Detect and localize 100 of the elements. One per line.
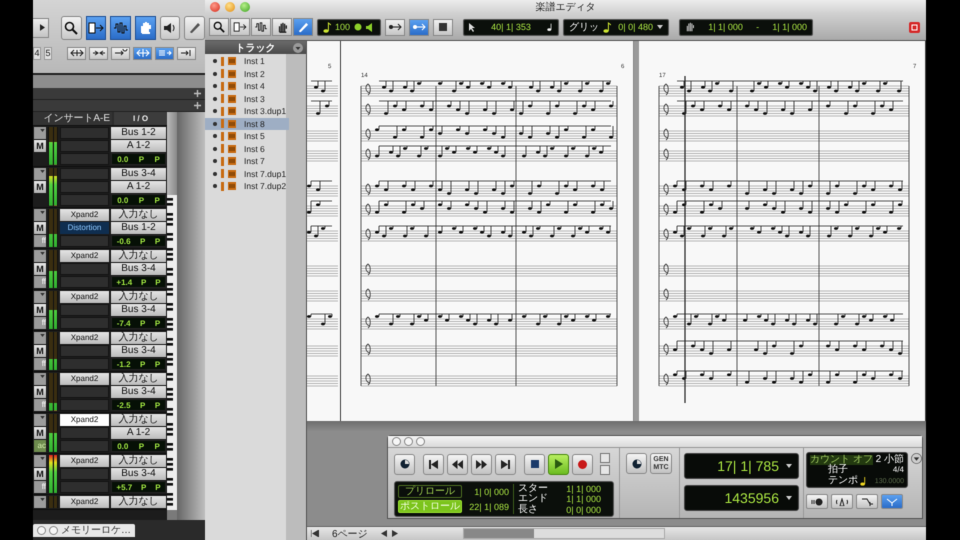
insert-plugin-button[interactable]: Xpand2: [60, 209, 109, 221]
zoom-tool-button[interactable]: [209, 18, 229, 36]
speaker-button[interactable]: [160, 16, 180, 40]
bus-selector[interactable]: Bus 3-4: [111, 263, 166, 275]
track-list-item[interactable]: Inst 2: [205, 68, 289, 80]
grid-value-selector[interactable]: 0| 0| 480: [618, 22, 653, 32]
bus-selector[interactable]: Bus 1-2: [111, 222, 166, 234]
track-menu-button[interactable]: [34, 455, 46, 467]
tab-button[interactable]: [409, 18, 429, 36]
mute-button[interactable]: M: [34, 140, 46, 152]
bus-selector[interactable]: A 1-2: [111, 181, 166, 193]
first-page-icon[interactable]: [311, 530, 319, 537]
nudge-mode-button[interactable]: [89, 46, 108, 60]
mute-button[interactable]: M: [34, 304, 46, 316]
track-list-item[interactable]: Inst 5: [205, 130, 289, 142]
merge-button[interactable]: [856, 494, 878, 510]
memory-window-tab[interactable]: メモリーロケ…: [33, 524, 135, 536]
track-menu-button[interactable]: [34, 168, 46, 180]
grab-tool-button[interactable]: [272, 18, 292, 36]
sub-counter[interactable]: 1435956: [684, 485, 799, 512]
track-menu-button[interactable]: [34, 332, 46, 344]
trim-tool-button[interactable]: [86, 16, 106, 40]
zoom-tool-button[interactable]: [60, 16, 82, 40]
plus-icon[interactable]: [194, 102, 201, 109]
track-list-item[interactable]: Inst 7.dup1: [205, 168, 289, 180]
insert-plugin-button[interactable]: Xpand2: [60, 291, 109, 303]
track-menu-button[interactable]: [34, 127, 46, 139]
insert-plugin-button[interactable]: Distortion: [60, 222, 109, 234]
track-menu-button[interactable]: [34, 291, 46, 303]
track-menu-button[interactable]: [34, 414, 46, 426]
velocity-readout[interactable]: 100: [335, 22, 350, 32]
select-tool-button[interactable]: [251, 18, 271, 36]
track-list-item[interactable]: Inst 6: [205, 142, 289, 155]
pencil-tool-button[interactable]: [184, 16, 205, 40]
end-button[interactable]: [495, 454, 516, 475]
stop-button[interactable]: [433, 18, 453, 36]
track-menu-button[interactable]: [34, 250, 46, 262]
output-selector[interactable]: Bus 3-4: [111, 168, 166, 180]
track-list-item[interactable]: Inst 8: [205, 118, 289, 130]
mute-button[interactable]: M: [34, 386, 46, 398]
grab-tool-button[interactable]: [134, 16, 156, 40]
trim-tool-button[interactable]: [230, 18, 250, 36]
record-enable-icon[interactable]: [909, 22, 920, 32]
tab-mode-button[interactable]: [133, 46, 152, 60]
track-list-item[interactable]: Inst 3: [205, 92, 289, 105]
pencil-tool-button[interactable]: [293, 18, 313, 36]
scrollbar[interactable]: [462, 528, 665, 539]
output-selector[interactable]: 入力なし: [111, 332, 166, 344]
start-button[interactable]: [423, 454, 444, 475]
bus-selector[interactable]: A 1-2: [111, 140, 166, 152]
insert-plugin-button[interactable]: Xpand2: [60, 455, 109, 467]
count-off-toggle[interactable]: カウント オフ: [810, 454, 873, 465]
output-selector[interactable]: 入力なし: [111, 250, 166, 262]
scroll-button[interactable]: [33, 18, 49, 38]
close-button[interactable]: [210, 2, 220, 12]
mute-button[interactable]: M: [34, 181, 46, 193]
track-menu-button[interactable]: [34, 496, 46, 508]
mute-button[interactable]: M: [34, 345, 46, 357]
link-mode-button[interactable]: [111, 46, 130, 60]
conductor-button[interactable]: [881, 494, 903, 510]
insert-plugin-button[interactable]: Xpand2: [60, 332, 109, 344]
bus-selector[interactable]: Bus 3-4: [111, 345, 166, 357]
bus-selector[interactable]: Bus 3-4: [111, 468, 166, 480]
link-button[interactable]: [385, 18, 405, 36]
output-selector[interactable]: 入力なし: [111, 291, 166, 303]
output-selector[interactable]: 入力なし: [111, 455, 166, 467]
play-button[interactable]: [548, 454, 569, 475]
track-list-item[interactable]: Inst 1: [205, 55, 289, 68]
spread-mode-button[interactable]: [67, 46, 86, 60]
mute-button[interactable]: M: [34, 427, 46, 439]
output-selector[interactable]: 入力なし: [111, 414, 166, 426]
menu-caret-icon[interactable]: [293, 42, 303, 52]
scrollbar[interactable]: [167, 112, 177, 195]
output-selector[interactable]: 入力なし: [111, 496, 166, 508]
click-button[interactable]: [831, 494, 853, 510]
track-menu-button[interactable]: [34, 209, 46, 221]
bus-selector[interactable]: Bus 3-4: [111, 304, 166, 316]
track-list-item[interactable]: Inst 3.dup1: [205, 105, 289, 118]
toggle-button[interactable]: [600, 465, 610, 476]
insert-plugin-button[interactable]: Xpand2: [60, 250, 109, 262]
wait-button[interactable]: [806, 494, 828, 510]
track-list-item[interactable]: Inst 7: [205, 155, 289, 168]
forward-button[interactable]: [471, 454, 492, 475]
track-menu-button[interactable]: [34, 373, 46, 385]
stop-button[interactable]: [524, 454, 545, 475]
insert-plugin-button[interactable]: Xpand2: [60, 373, 109, 385]
output-selector[interactable]: 入力なし: [111, 373, 166, 385]
track-list-item[interactable]: Inst 7.dup2: [205, 180, 289, 192]
mute-button[interactable]: M: [34, 468, 46, 480]
cut-mode-button[interactable]: [177, 46, 196, 60]
track-list-item[interactable]: Inst 4: [205, 80, 289, 92]
online-button[interactable]: [394, 454, 415, 475]
main-counter[interactable]: 17| 1| 785: [684, 453, 799, 480]
mirror-mode-button[interactable]: [155, 46, 174, 60]
mute-button[interactable]: M: [34, 222, 46, 234]
previous-page-icon[interactable]: [380, 530, 387, 537]
mute-button[interactable]: M: [34, 263, 46, 275]
rewind-button[interactable]: [447, 454, 468, 475]
clock-button[interactable]: [626, 453, 647, 474]
output-selector[interactable]: 入力なし: [111, 209, 166, 221]
